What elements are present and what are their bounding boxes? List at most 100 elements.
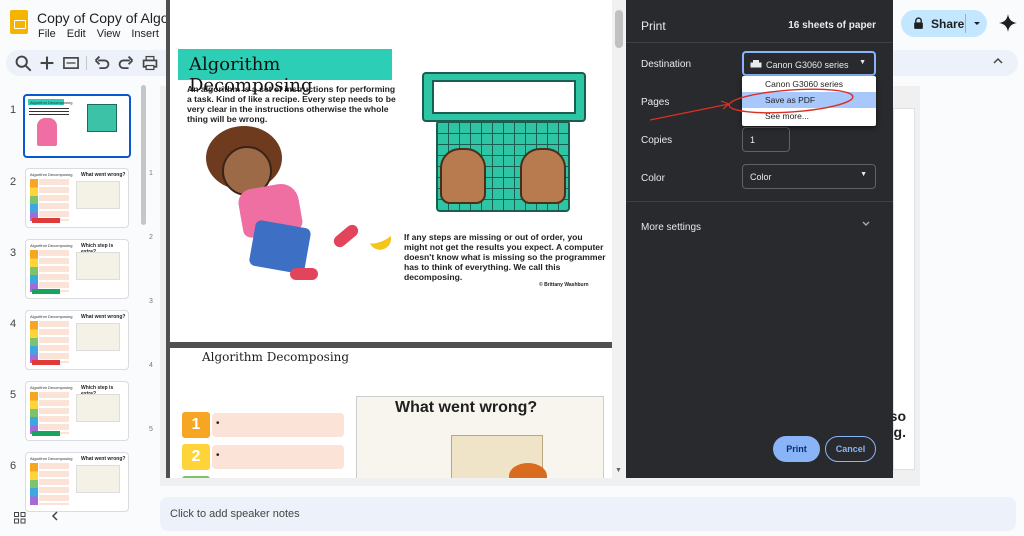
share-dropdown-icon[interactable] (972, 18, 982, 28)
layout-icon[interactable] (62, 54, 80, 72)
thumbnail-row[interactable]: 2 Algorithm Decomposing What went wrong? (0, 168, 150, 232)
menu-file[interactable]: File (38, 28, 56, 40)
print-button[interactable]: Print (773, 436, 820, 462)
copies-label: Copies (641, 135, 673, 146)
copies-input[interactable]: 1 (742, 127, 790, 152)
step-number: 2 (182, 444, 210, 470)
thumb-title: Algorithm Decomposing (30, 100, 73, 105)
page-title-banner: Algorithm Decomposing (178, 49, 392, 96)
thumbnail-row[interactable]: 5 Algorithm Decomposing Which step is ex… (0, 381, 150, 445)
preview-scroll-thumb[interactable] (615, 10, 623, 48)
option-see-more[interactable]: See more... (742, 108, 876, 124)
thumb-number-column (30, 179, 38, 221)
thumb-heading: What went wrong? (81, 456, 126, 462)
thumbnail-row[interactable]: 6 Algorithm Decomposing What went wrong? (0, 452, 150, 516)
print-settings-panel: Print 16 sheets of paper Destination Can… (626, 0, 893, 478)
print-icon[interactable] (141, 54, 159, 72)
preview-page-2: Algorithm Decomposing 1 2 3 What went wr… (170, 348, 612, 478)
thumb-button (32, 218, 60, 223)
copies-value: 1 (750, 135, 756, 145)
step-number: 1 (182, 412, 210, 438)
decomposing-text: If any steps are missing or out of order… (404, 232, 606, 282)
thumb-title: Algorithm Decomposing (30, 172, 73, 177)
scene-panel: What went wrong? (356, 396, 604, 478)
slide-thumbnail-1[interactable]: Algorithm Decomposing (23, 94, 131, 158)
laptop-screen-illustration (422, 72, 586, 122)
document-title[interactable]: Copy of Copy of Algori (37, 10, 176, 26)
slide-number: 1 (10, 104, 17, 116)
thumbnail-row[interactable]: 1 Algorithm Decomposing (0, 94, 150, 160)
preview-scrollbar[interactable]: ▼ (612, 0, 626, 478)
gemini-sparkle-icon[interactable] (998, 13, 1018, 33)
chevron-down-icon[interactable] (861, 219, 871, 229)
thumb-heading: What went wrong? (81, 172, 126, 178)
thumb-number-column (30, 321, 38, 363)
intro-text: An algorithm is a set of instructions fo… (187, 84, 396, 124)
menu-edit[interactable]: Edit (67, 28, 86, 40)
filmstrip: 1 Algorithm Decomposing 2 Algorithm Deco… (0, 86, 150, 512)
thumb-picture (76, 394, 120, 422)
thumb-picture (76, 465, 120, 493)
slide-thumbnail-5[interactable]: Algorithm Decomposing Which step is extr… (25, 381, 129, 441)
thumb-number-column (30, 392, 38, 434)
preview-page-1: Algorithm Decomposing An algorithm is a … (170, 0, 612, 342)
slide-thumbnail-2[interactable]: Algorithm Decomposing What went wrong? (25, 168, 129, 228)
option-save-as-pdf[interactable]: Save as PDF (742, 92, 876, 108)
right-hand-illustration (520, 148, 566, 204)
slide-number: 6 (10, 460, 17, 472)
thumb-title: Algorithm Decomposing (30, 456, 73, 461)
print-preview: Algorithm Decomposing An algorithm is a … (166, 0, 626, 478)
banana-peel-illustration (363, 219, 395, 253)
plus-icon[interactable] (38, 54, 56, 72)
grid-view-icon[interactable] (14, 512, 26, 524)
share-button[interactable]: Share (901, 10, 987, 37)
thumb-picture (76, 252, 120, 280)
thumb-lines (39, 250, 69, 292)
slide-number: 4 (10, 318, 17, 330)
destination-select[interactable]: Canon G3060 series ▼ (742, 51, 876, 76)
scroll-down-icon[interactable]: ▼ (615, 467, 622, 474)
thumbnail-row[interactable]: 4 Algorithm Decomposing What went wrong? (0, 310, 150, 374)
undo-icon[interactable] (93, 54, 111, 72)
lock-icon (914, 17, 923, 29)
slide-thumbnail-4[interactable]: Algorithm Decomposing What went wrong? (25, 310, 129, 370)
option-canon[interactable]: Canon G3060 series (742, 76, 876, 92)
speaker-notes[interactable]: Click to add speaker notes (160, 497, 1016, 531)
chevron-left-icon[interactable] (49, 509, 61, 523)
page-title: Algorithm Decomposing (202, 350, 350, 364)
slide-thumbnail-6[interactable]: Algorithm Decomposing What went wrong? (25, 452, 129, 512)
slides-logo-icon[interactable] (10, 10, 28, 34)
slide-number: 3 (10, 247, 17, 259)
cancel-button[interactable]: Cancel (825, 436, 876, 462)
destination-label: Destination (641, 59, 692, 70)
thumbnail-row[interactable]: 3 Algorithm Decomposing Which step is ex… (0, 239, 150, 303)
toolbar-separator (86, 56, 87, 70)
thumb-number-column (30, 250, 38, 292)
ruler-tick: 4 (149, 362, 153, 369)
ruler-tick: 5 (149, 426, 153, 433)
thumb-number-column (30, 463, 38, 505)
menu-view[interactable]: View (97, 28, 121, 40)
color-value: Color (750, 172, 772, 182)
menu-bar: File Edit View Insert F (38, 28, 177, 40)
thumb-title: Algorithm Decomposing (30, 385, 73, 390)
destination-value: Canon G3060 series (766, 60, 849, 70)
boy-shoe-illustration (331, 222, 361, 250)
printer-icon (750, 60, 762, 68)
chevron-down-icon: ▼ (860, 171, 867, 178)
chevron-up-icon[interactable] (992, 55, 1004, 67)
more-settings-toggle[interactable]: More settings (641, 222, 701, 233)
slide-thumbnail-3[interactable]: Algorithm Decomposing Which step is extr… (25, 239, 129, 299)
boy-shoe-illustration (290, 268, 318, 280)
search-icon[interactable] (14, 54, 32, 72)
thumb-button (32, 360, 60, 365)
ruler-tick: 3 (149, 298, 153, 305)
color-select[interactable]: Color ▼ (742, 164, 876, 189)
left-hand-illustration (440, 148, 486, 204)
thumb-button (32, 289, 60, 294)
redo-icon[interactable] (117, 54, 135, 72)
boy-jeans-illustration (248, 219, 312, 275)
thumb-kid-illustration (37, 118, 57, 146)
menu-insert[interactable]: Insert (131, 28, 159, 40)
thumb-picture (76, 181, 120, 209)
